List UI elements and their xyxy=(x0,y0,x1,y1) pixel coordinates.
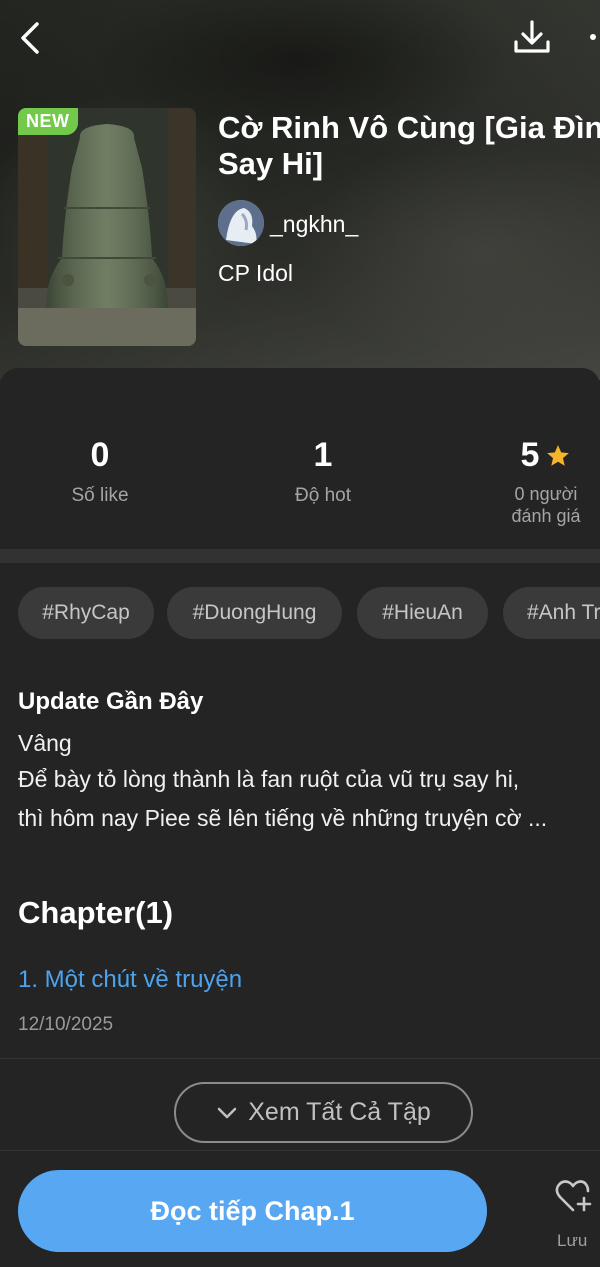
likes-count: 0 xyxy=(90,436,110,474)
more-button[interactable] xyxy=(582,22,600,52)
chapter-link[interactable]: 1. Một chút về truyện xyxy=(18,966,242,994)
save-label: Lưu xyxy=(557,1231,588,1250)
save-button[interactable] xyxy=(554,1178,592,1214)
chevron-left-icon xyxy=(21,22,39,54)
star-icon xyxy=(547,444,570,466)
hot-count: 1 xyxy=(313,436,333,474)
update-line: Để bày tỏ lòng thành là fan ruột của vũ … xyxy=(18,766,520,792)
stat-likes: 0 Số like xyxy=(40,436,160,507)
book-title-line2: Say Hi] xyxy=(218,146,324,181)
update-title: Update Gần Đây xyxy=(18,688,204,715)
author-name[interactable]: _ngkhn_ xyxy=(270,211,358,238)
rating-label-line1: 0 người xyxy=(514,484,578,504)
download-button[interactable] xyxy=(512,18,552,58)
tag-chip[interactable]: #HieuAn xyxy=(357,587,488,639)
heart-plus-icon xyxy=(555,1180,592,1212)
chevron-down-icon xyxy=(218,1107,237,1118)
hot-label: Độ hot xyxy=(295,485,351,506)
chapter-heading: Chapter(1) xyxy=(18,895,174,930)
bell-cover-image xyxy=(18,108,196,346)
tag-chip[interactable]: #DuongHung xyxy=(167,587,342,639)
continue-reading-button[interactable]: Đọc tiếp Chap.1 xyxy=(18,1170,487,1252)
update-line: Vâng xyxy=(18,730,72,756)
see-all-label: Xem Tất Cả Tập xyxy=(248,1098,431,1126)
rating-label: 0 người đánh giá xyxy=(486,483,600,527)
more-vertical-icon xyxy=(590,34,596,40)
tag-chip[interactable]: #Anh Tr xyxy=(503,587,600,639)
rating-value: 5 xyxy=(520,436,540,474)
stat-hot: 1 Độ hot xyxy=(263,436,383,507)
tag-chip[interactable]: #RhyCap xyxy=(18,587,154,639)
book-category[interactable]: CP Idol xyxy=(218,260,293,287)
avatar-image xyxy=(218,200,264,246)
update-line: thì hôm nay Piee sẽ lên tiếng về những t… xyxy=(18,805,548,831)
rating-row: 5 xyxy=(486,436,600,475)
chapter-date: 12/10/2025 xyxy=(18,1014,114,1035)
back-button[interactable] xyxy=(14,20,46,56)
book-title: Cờ Rinh Vô Cùng [Gia Đình xyxy=(218,110,600,145)
stat-rating[interactable]: 5 0 người đánh giá xyxy=(486,436,600,527)
chapter-divider xyxy=(0,1058,600,1059)
see-all-chapters-button[interactable]: Xem Tất Cả Tập xyxy=(174,1082,473,1143)
book-cover[interactable]: NEW xyxy=(18,108,196,346)
author-avatar[interactable] xyxy=(218,200,264,246)
likes-label: Số like xyxy=(71,485,129,506)
download-icon xyxy=(514,20,550,53)
new-badge: NEW xyxy=(18,108,78,135)
section-divider xyxy=(0,549,600,563)
rating-label-line2: đánh giá xyxy=(511,506,581,526)
